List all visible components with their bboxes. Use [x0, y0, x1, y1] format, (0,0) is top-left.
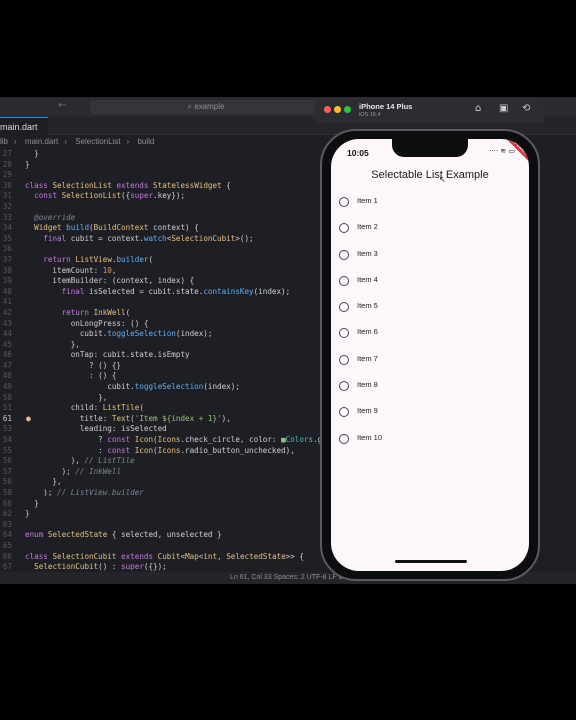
zoom-window-button[interactable]: [344, 106, 351, 113]
list-item[interactable]: Item 5: [331, 294, 529, 320]
command-search[interactable]: ⌕ example: [90, 100, 322, 114]
mouse-cursor-icon: ↖: [439, 175, 446, 184]
minimize-window-button[interactable]: [334, 106, 341, 113]
dynamic-island: [392, 139, 468, 157]
list-item[interactable]: Item 2: [331, 215, 529, 241]
list-item[interactable]: Item 9: [331, 399, 529, 425]
simulator-os-version: iOS 16.4: [359, 112, 381, 118]
radio-unchecked-icon: [339, 407, 349, 418]
list-item-label: Item 6: [357, 327, 378, 337]
radio-unchecked-icon: [339, 223, 349, 234]
iphone-frame: 10:05 ···· ≋ ▭ DEBUG Selectable List Exa…: [320, 129, 540, 581]
simulator-device-name: iPhone 14 Plus: [359, 102, 413, 111]
app-screen: 10:05 ···· ≋ ▭ DEBUG Selectable List Exa…: [331, 139, 529, 571]
radio-unchecked-icon: [339, 354, 349, 365]
list-item[interactable]: Item 3: [331, 242, 529, 268]
list-item-label: Item 2: [357, 222, 378, 232]
list-item[interactable]: Item 8: [331, 373, 529, 399]
list-item-label: Item 3: [357, 248, 378, 258]
radio-unchecked-icon: [339, 302, 349, 313]
close-window-button[interactable]: [324, 106, 331, 113]
list-item[interactable]: Item 1: [331, 189, 529, 215]
list-item[interactable]: Item 10: [331, 426, 529, 452]
tab-main-dart[interactable]: main.dart: [0, 117, 48, 135]
list-item[interactable]: Item 6: [331, 320, 529, 346]
list-item-label: Item 7: [357, 353, 378, 363]
breadcrumb-item[interactable]: build: [137, 137, 154, 146]
breadcrumb-item[interactable]: lib: [0, 137, 8, 146]
status-bar-icons: ···· ≋ ▭: [489, 147, 515, 155]
list-item[interactable]: Item 4: [331, 268, 529, 294]
radio-unchecked-icon: [339, 381, 349, 392]
radio-unchecked-icon: [339, 433, 349, 444]
status-bar-time: 10:05: [347, 148, 369, 158]
radio-unchecked-icon: [339, 275, 349, 286]
radio-unchecked-icon: [339, 249, 349, 260]
list-item-label: Item 4: [357, 274, 378, 284]
simulator-toolbar: iPhone 14 Plus iOS 16.4 ⌂ ▣ ⟲: [315, 97, 544, 123]
screenshot-icon[interactable]: ▣: [499, 103, 508, 114]
breadcrumb-item[interactable]: main.dart: [25, 137, 58, 146]
breadcrumb-item[interactable]: SelectionList: [75, 137, 120, 146]
radio-unchecked-icon: [339, 197, 349, 207]
list-item-label: Item 9: [357, 406, 378, 416]
radio-unchecked-icon: [339, 328, 349, 339]
list-item-label: Item 5: [357, 301, 378, 311]
rotate-icon[interactable]: ⟲: [522, 103, 530, 114]
app-bar-title: Selectable List Example: [371, 169, 489, 181]
list-item[interactable]: Item 7: [331, 347, 529, 373]
list-item-label: Item 8: [357, 380, 378, 390]
list-item-label: Item 10: [357, 432, 383, 442]
selectable-list[interactable]: Item 1 Item 2 Item 3 Item 4 Item 5 Item …: [331, 189, 529, 452]
home-indicator[interactable]: [395, 560, 467, 563]
list-item-label: Item 1: [357, 196, 378, 205]
home-icon[interactable]: ⌂: [475, 103, 481, 114]
